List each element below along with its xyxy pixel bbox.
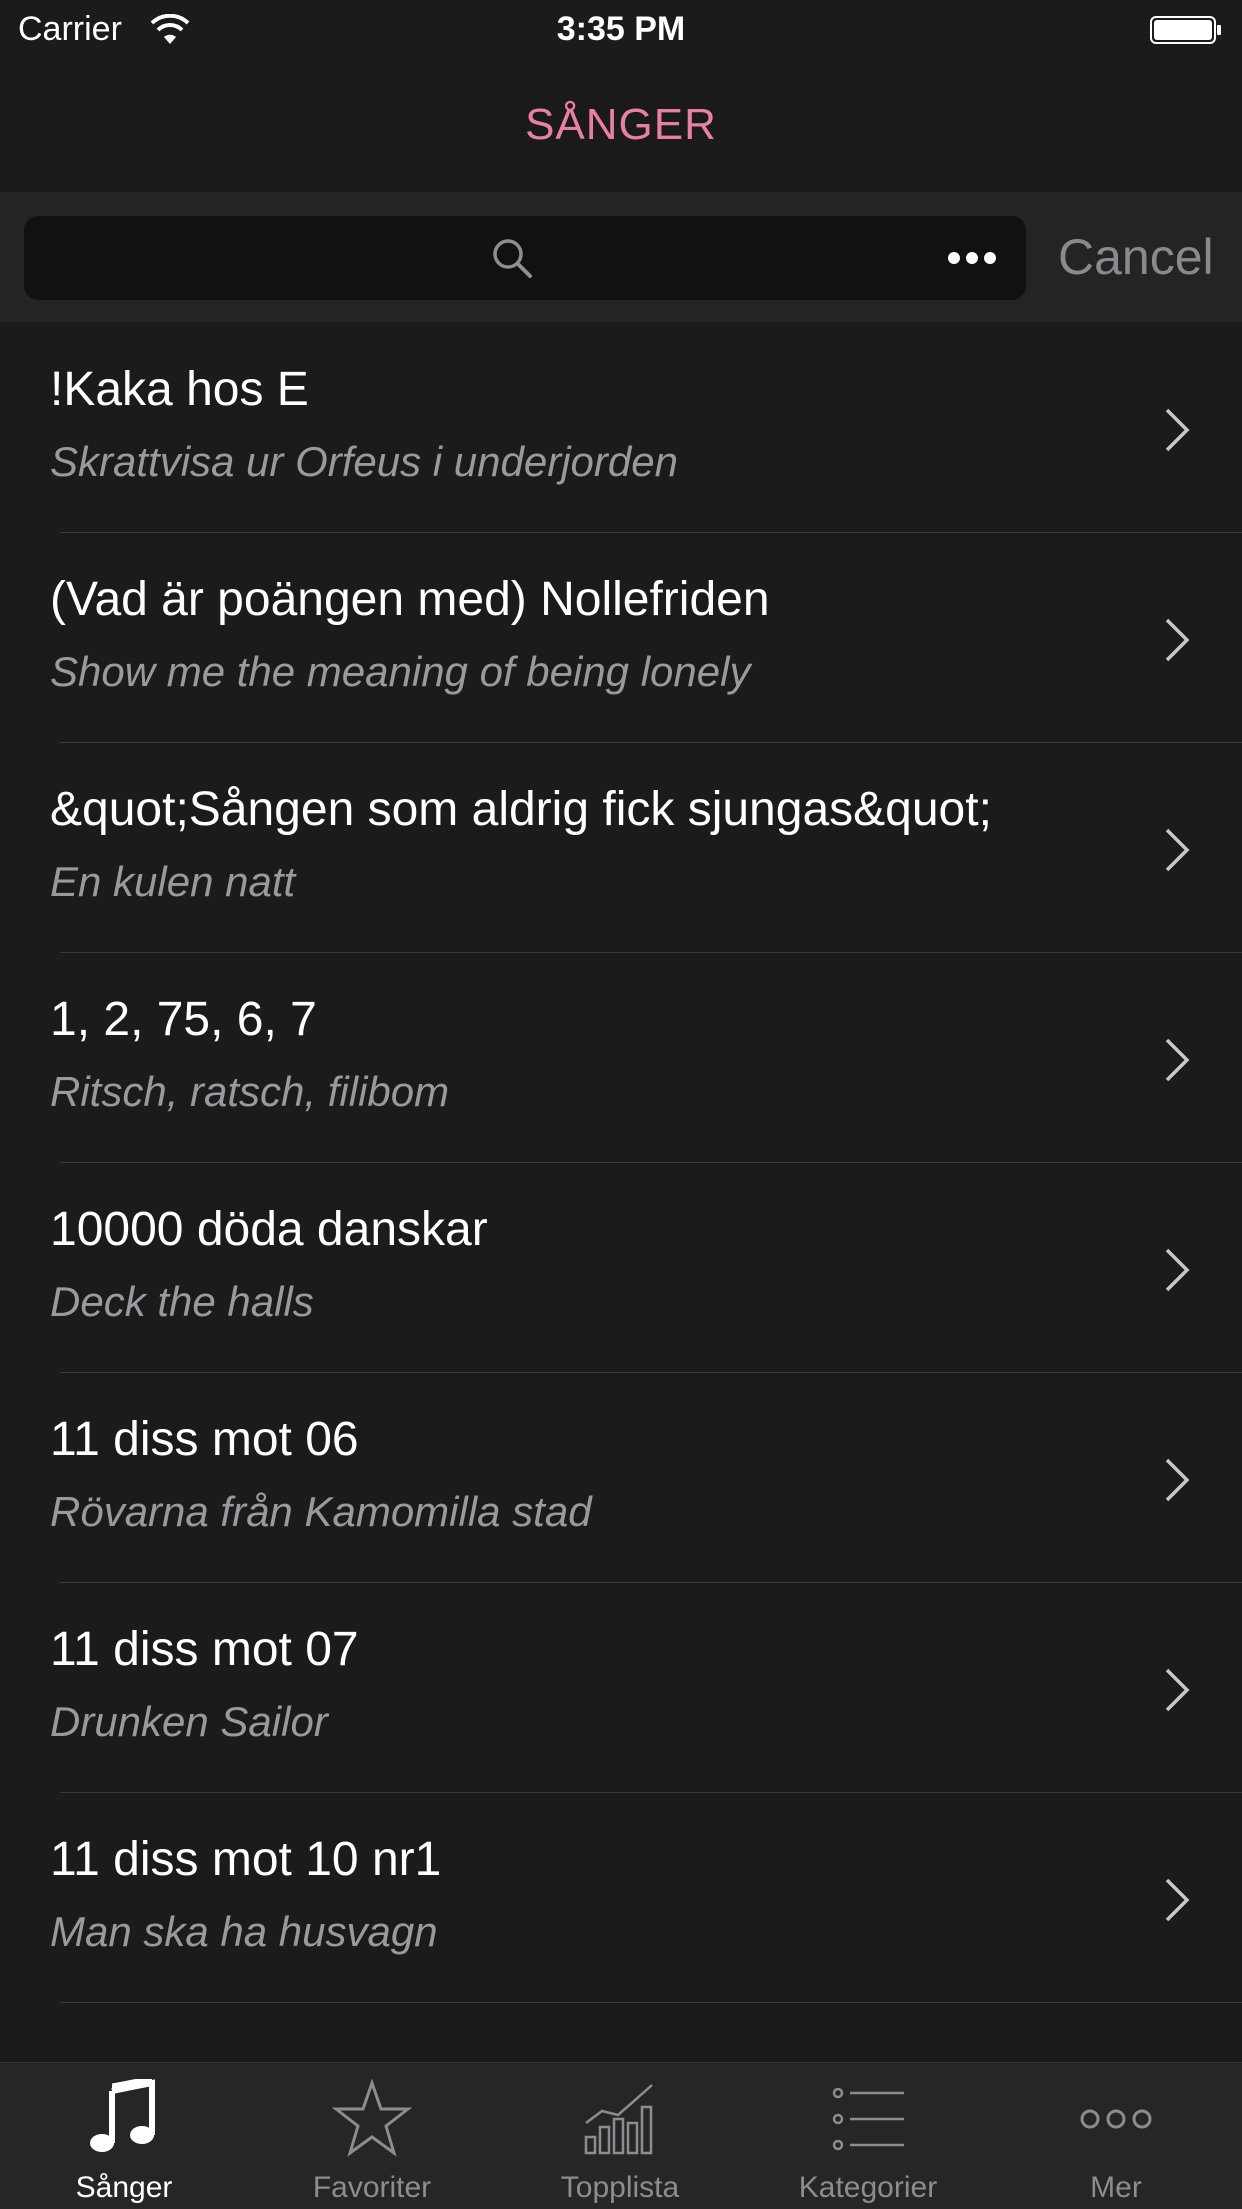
chart-icon	[584, 2084, 653, 2155]
song-melody: Drunken Sailor	[50, 1698, 328, 1745]
chevron-right-icon	[1165, 1248, 1190, 1292]
song-title: &quot;Sången som aldrig fick sjungas&quo…	[50, 783, 992, 836]
search-icon	[493, 239, 532, 278]
song-title: 11 diss mot 10 nr1	[50, 1833, 442, 1886]
chevron-right-icon	[1165, 1458, 1190, 1502]
list-item[interactable]: 11 diss mot 10 nr1 Man ska ha husvagn	[0, 1792, 1242, 2003]
song-title: 1, 2, 75, 6, 7	[50, 993, 317, 1046]
status-bar: Carrier 3:35 PM	[0, 0, 1242, 60]
song-title: 11 diss mot 06	[50, 1413, 359, 1466]
song-title: !Kaka hos E	[50, 363, 309, 416]
song-melody: Show me the meaning of being lonely	[50, 648, 751, 695]
list-item[interactable]: 11 diss mot 07 Drunken Sailor	[0, 1582, 1242, 1793]
song-melody: En kulen natt	[50, 858, 296, 905]
chevron-right-icon	[1165, 1668, 1190, 1712]
tab-label: Kategorier	[798, 2171, 938, 2204]
song-title: 11 diss mot 07	[50, 1623, 359, 1676]
song-melody: Skrattvisa ur Orfeus i underjorden	[50, 438, 678, 485]
song-melody: Rövarna från Kamomilla stad	[50, 1488, 592, 1535]
list-item[interactable]: &quot;Sången som aldrig fick sjungas&quo…	[0, 742, 1242, 953]
cancel-button[interactable]: Cancel	[1058, 228, 1214, 286]
list-icon	[832, 2087, 904, 2151]
list-item[interactable]: 10000 döda danskar Deck the halls	[0, 1162, 1242, 1373]
chevron-right-icon	[1165, 828, 1190, 872]
song-list: !Kaka hos E Skrattvisa ur Orfeus i under…	[0, 322, 1242, 2062]
navigation-bar: SÅNGER	[0, 60, 1242, 192]
star-icon	[332, 2079, 412, 2157]
song-title: 10000 döda danskar	[50, 1203, 488, 1256]
tab-kategorier[interactable]: Kategorier	[744, 2063, 992, 2209]
more-options-icon[interactable]	[944, 238, 1000, 278]
tab-label: Topplista	[560, 2171, 680, 2204]
tab-topplista[interactable]: Topplista	[496, 2063, 744, 2209]
battery-icon	[1150, 16, 1221, 44]
list-item[interactable]: (Vad är poängen med) Nollefriden Show me…	[0, 532, 1242, 743]
more-dots-icon	[1080, 2109, 1152, 2129]
page-title: SÅNGER	[525, 100, 717, 149]
tab-bar: Sånger Favoriter Topplista Kategorier Me…	[0, 2062, 1242, 2209]
tab-sanger[interactable]: Sånger	[0, 2063, 248, 2209]
search-bar: Cancel	[0, 192, 1242, 322]
chevron-right-icon	[1165, 408, 1190, 452]
search-input[interactable]	[24, 216, 1026, 300]
song-melody: Ritsch, ratsch, filibom	[50, 1068, 450, 1115]
tab-label: Favoriter	[312, 2171, 432, 2204]
tab-label: Mer	[1090, 2171, 1142, 2204]
tab-label: Sånger	[75, 2171, 173, 2204]
song-title: (Vad är poängen med) Nollefriden	[50, 573, 770, 626]
tab-favoriter[interactable]: Favoriter	[248, 2063, 496, 2209]
song-melody: Man ska ha husvagn	[50, 1908, 438, 1955]
list-item[interactable]: !Kaka hos E Skrattvisa ur Orfeus i under…	[0, 322, 1242, 533]
music-note-icon	[90, 2079, 155, 2152]
chevron-right-icon	[1165, 1038, 1190, 1082]
chevron-right-icon	[1165, 618, 1190, 662]
row-divider	[60, 2002, 1242, 2003]
list-item[interactable]: 11 diss mot 06 Rövarna från Kamomilla st…	[0, 1372, 1242, 1583]
chevron-right-icon	[1165, 1878, 1190, 1922]
tab-mer[interactable]: Mer	[992, 2063, 1240, 2209]
list-item[interactable]: 1, 2, 75, 6, 7 Ritsch, ratsch, filibom	[0, 952, 1242, 1163]
song-melody: Deck the halls	[50, 1278, 314, 1325]
clock: 3:35 PM	[556, 10, 686, 48]
